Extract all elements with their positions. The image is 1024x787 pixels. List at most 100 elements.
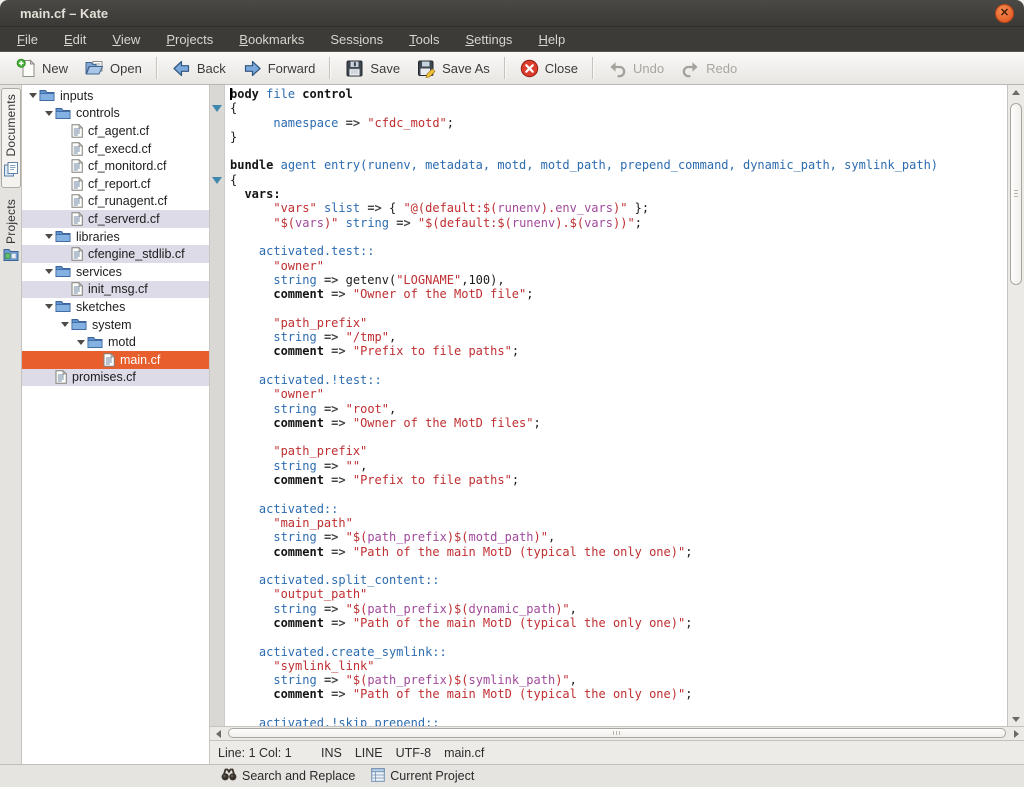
sidebar-tab-projects[interactable]: Projects: [2, 194, 20, 272]
code-line[interactable]: [230, 559, 1007, 573]
code-line[interactable]: comment => "Prefix to file paths";: [230, 344, 1007, 358]
code-line[interactable]: activated.create_symlink::: [230, 645, 1007, 659]
code-line[interactable]: comment => "Prefix to file paths";: [230, 473, 1007, 487]
tree-item-cf_report-cf[interactable]: cf_report.cf: [22, 175, 209, 193]
menu-bookmarks[interactable]: Bookmarks: [226, 29, 317, 50]
code-line[interactable]: string => "",: [230, 459, 1007, 473]
expander-arrow-icon[interactable]: [75, 340, 87, 345]
tree-item-motd[interactable]: motd: [22, 333, 209, 351]
tree-item-system[interactable]: system: [22, 316, 209, 334]
code-line[interactable]: comment => "Owner of the MotD file";: [230, 287, 1007, 301]
menu-view[interactable]: View: [99, 29, 153, 50]
code-line[interactable]: "main_path": [230, 516, 1007, 530]
fold-marker-icon[interactable]: [212, 105, 222, 112]
menu-file[interactable]: File: [4, 29, 51, 50]
code-line[interactable]: comment => "Path of the main MotD (typic…: [230, 616, 1007, 630]
code-line[interactable]: [230, 144, 1007, 158]
tree-item-cfengine_stdlib-cf[interactable]: cfengine_stdlib.cf: [22, 245, 209, 263]
save-button[interactable]: Save: [336, 56, 408, 81]
horizontal-scroll-thumb[interactable]: [228, 728, 1006, 738]
tree-item-main-cf[interactable]: main.cf: [22, 351, 209, 369]
vertical-scroll-thumb[interactable]: [1010, 103, 1022, 285]
scroll-up-arrow-icon[interactable]: [1008, 85, 1024, 99]
tree-item-cf_execd-cf[interactable]: cf_execd.cf: [22, 140, 209, 158]
forward-button[interactable]: Forward: [234, 56, 324, 81]
menu-help[interactable]: Help: [525, 29, 578, 50]
horizontal-scrollbar[interactable]: [210, 726, 1024, 740]
code-line[interactable]: comment => "Path of the main MotD (typic…: [230, 545, 1007, 559]
code-line[interactable]: string => "$(path_prefix)$(dynamic_path)…: [230, 602, 1007, 616]
vertical-scroll-track[interactable]: [1008, 99, 1024, 712]
code-line[interactable]: [230, 301, 1007, 315]
tree-item-services[interactable]: services: [22, 263, 209, 281]
code-line[interactable]: [230, 487, 1007, 501]
tree-item-promises-cf[interactable]: promises.cf: [22, 369, 209, 387]
expander-arrow-icon[interactable]: [43, 234, 55, 239]
tree-item-libraries[interactable]: libraries: [22, 228, 209, 246]
code-line[interactable]: comment => "Path of the main MotD (typic…: [230, 687, 1007, 701]
window-close-icon[interactable]: ✕: [995, 4, 1014, 23]
current-project-button[interactable]: Current Project: [371, 768, 474, 785]
tree-item-cf_monitord-cf[interactable]: cf_monitord.cf: [22, 157, 209, 175]
tree-item-cf_agent-cf[interactable]: cf_agent.cf: [22, 122, 209, 140]
menu-projects[interactable]: Projects: [153, 29, 226, 50]
save-as-button[interactable]: Save As: [408, 56, 498, 81]
project-tree[interactable]: inputscontrolscf_agent.cfcf_execd.cfcf_m…: [22, 85, 210, 764]
code-line[interactable]: string => "/tmp",: [230, 330, 1007, 344]
code-line[interactable]: activated::: [230, 502, 1007, 516]
code-view[interactable]: body file control{ namespace => "cfdc_mo…: [225, 85, 1007, 726]
code-line[interactable]: "$(vars)" string => "$(default:$(runenv)…: [230, 216, 1007, 230]
new-button[interactable]: New: [8, 56, 76, 81]
tree-item-sketches[interactable]: sketches: [22, 298, 209, 316]
tree-item-init_msg-cf[interactable]: init_msg.cf: [22, 281, 209, 299]
menu-settings[interactable]: Settings: [452, 29, 525, 50]
code-line[interactable]: [230, 230, 1007, 244]
code-line[interactable]: namespace => "cfdc_motd";: [230, 116, 1007, 130]
back-button[interactable]: Back: [163, 56, 234, 81]
code-line[interactable]: "path_prefix": [230, 444, 1007, 458]
menu-tools[interactable]: Tools: [396, 29, 452, 50]
code-line[interactable]: [230, 702, 1007, 716]
scroll-left-arrow-icon[interactable]: [210, 727, 226, 740]
vertical-scrollbar[interactable]: [1007, 85, 1024, 726]
code-line[interactable]: string => "$(path_prefix)$(motd_path)",: [230, 530, 1007, 544]
open-button[interactable]: Open: [76, 56, 150, 81]
code-line[interactable]: [230, 630, 1007, 644]
menu-edit[interactable]: Edit: [51, 29, 99, 50]
code-line[interactable]: activated.!test::: [230, 373, 1007, 387]
titlebar[interactable]: main.cf – Kate ✕: [0, 0, 1024, 27]
encoding[interactable]: UTF-8: [396, 746, 431, 760]
code-line[interactable]: string => getenv("LOGNAME",100),: [230, 273, 1007, 287]
code-line[interactable]: bundle agent entry(runenv, metadata, mot…: [230, 158, 1007, 172]
selection-mode[interactable]: LINE: [355, 746, 383, 760]
expander-arrow-icon[interactable]: [43, 111, 55, 116]
code-line[interactable]: activated.split_content::: [230, 573, 1007, 587]
scroll-right-arrow-icon[interactable]: [1008, 727, 1024, 740]
sidebar-tab-documents[interactable]: Documents: [1, 88, 21, 188]
code-line[interactable]: "path_prefix": [230, 316, 1007, 330]
expander-arrow-icon[interactable]: [43, 269, 55, 274]
expander-arrow-icon[interactable]: [43, 304, 55, 309]
scroll-down-arrow-icon[interactable]: [1008, 712, 1024, 726]
code-line[interactable]: "vars" slist => { "@(default:$(runenv).e…: [230, 201, 1007, 215]
code-folding-margin[interactable]: [210, 85, 225, 726]
code-line[interactable]: }: [230, 130, 1007, 144]
code-line[interactable]: {: [230, 101, 1007, 115]
code-line[interactable]: activated.!skip_prepend::: [230, 716, 1007, 726]
code-line[interactable]: comment => "Owner of the MotD files";: [230, 416, 1007, 430]
code-line[interactable]: "owner": [230, 259, 1007, 273]
expander-arrow-icon[interactable]: [59, 322, 71, 327]
code-line[interactable]: "symlink_link": [230, 659, 1007, 673]
horizontal-scroll-track[interactable]: [226, 727, 1008, 740]
code-line[interactable]: string => "root",: [230, 402, 1007, 416]
tree-item-inputs[interactable]: inputs: [22, 87, 209, 105]
search-and-replace-button[interactable]: Search and Replace: [221, 768, 355, 784]
code-line[interactable]: string => "$(path_prefix)$(symlink_path)…: [230, 673, 1007, 687]
insert-mode[interactable]: INS: [321, 746, 342, 760]
expander-arrow-icon[interactable]: [27, 93, 39, 98]
menu-sessions[interactable]: Sessions: [317, 29, 396, 50]
code-line[interactable]: body file control: [230, 87, 1007, 101]
tree-item-cf_runagent-cf[interactable]: cf_runagent.cf: [22, 193, 209, 211]
code-line[interactable]: activated.test::: [230, 244, 1007, 258]
code-line[interactable]: [230, 430, 1007, 444]
